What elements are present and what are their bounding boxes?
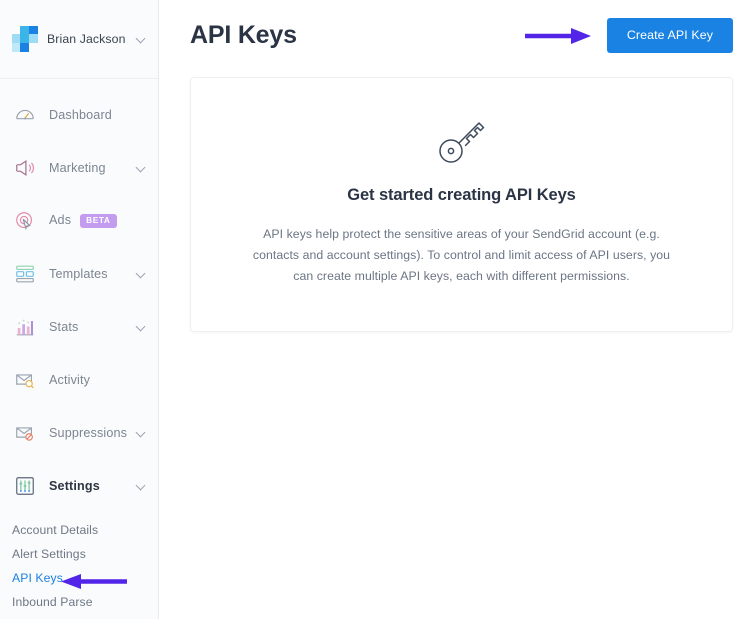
- sidebar-subitem-account-details[interactable]: Account Details: [0, 518, 158, 542]
- sidebar-item-suppressions[interactable]: Suppressions: [0, 406, 158, 459]
- empty-state-title: Get started creating API Keys: [347, 186, 576, 204]
- gauge-icon: [13, 103, 37, 127]
- mail-block-icon: [13, 421, 37, 445]
- mail-search-icon: [13, 368, 37, 392]
- chevron-down-icon[interactable]: [136, 269, 146, 279]
- sidebar-nav: Dashboard Marketing Ads BETA Templates S…: [0, 79, 158, 512]
- sidebar-item-label: Stats: [49, 319, 79, 334]
- target-icon: [13, 209, 37, 233]
- bar-chart-icon: [13, 315, 37, 339]
- page-header: API Keys Create API Key: [190, 0, 733, 70]
- sidebar-item-label: Activity: [49, 372, 91, 387]
- create-api-key-button[interactable]: Create API Key: [606, 17, 733, 53]
- sidebar-item-label: Settings: [49, 478, 100, 493]
- chevron-down-icon[interactable]: [136, 163, 146, 173]
- sidebar-item-label: Ads BETA: [49, 213, 146, 228]
- sidebar-item-settings[interactable]: Settings: [0, 459, 158, 512]
- key-icon: [435, 121, 489, 167]
- app-root: Brian Jackson Dashboard Marketing Ads BE…: [0, 0, 740, 619]
- layout-icon: [13, 262, 37, 286]
- page-title: API Keys: [190, 21, 297, 49]
- sidebar-item-marketing[interactable]: Marketing: [0, 141, 158, 194]
- chevron-down-icon[interactable]: [136, 428, 146, 438]
- megaphone-icon: [13, 156, 37, 180]
- sidebar-item-templates[interactable]: Templates: [0, 247, 158, 300]
- empty-state-body: API keys help protect the sensitive area…: [252, 227, 671, 283]
- sidebar-subitem-inbound-parse[interactable]: Inbound Parse: [0, 590, 158, 614]
- sidebar-subitem-api-keys[interactable]: API Keys: [0, 566, 158, 590]
- chevron-down-icon[interactable]: [136, 322, 146, 332]
- sidebar-item-label: Dashboard: [49, 107, 112, 122]
- sliders-icon: [13, 474, 37, 498]
- chevron-down-icon[interactable]: [136, 481, 146, 491]
- sidebar-item-stats[interactable]: Stats: [0, 300, 158, 353]
- sidebar-item-label: Templates: [49, 266, 108, 281]
- empty-state-card: Get started creating API Keys API keys h…: [190, 77, 733, 332]
- chevron-down-icon[interactable]: [136, 34, 146, 44]
- sidebar-item-label: Suppressions: [49, 425, 128, 440]
- main-content: API Keys Create API Key Get started crea…: [159, 0, 740, 619]
- sidebar: Brian Jackson Dashboard Marketing Ads BE…: [0, 0, 159, 619]
- sidebar-item-dashboard[interactable]: Dashboard: [0, 88, 158, 141]
- settings-subnav: Account Details Alert Settings API Keys …: [0, 512, 158, 614]
- account-name: Brian Jackson: [47, 32, 126, 46]
- sidebar-item-ads[interactable]: Ads BETA: [0, 194, 158, 247]
- beta-badge: BETA: [80, 214, 117, 228]
- sidebar-item-label: Marketing: [49, 160, 106, 175]
- account-switcher[interactable]: Brian Jackson: [0, 0, 158, 79]
- sidebar-item-text: Ads: [49, 213, 72, 228]
- sendgrid-logo-icon: [12, 26, 38, 52]
- sidebar-item-activity[interactable]: Activity: [0, 353, 158, 406]
- sidebar-subitem-alert-settings[interactable]: Alert Settings: [0, 542, 158, 566]
